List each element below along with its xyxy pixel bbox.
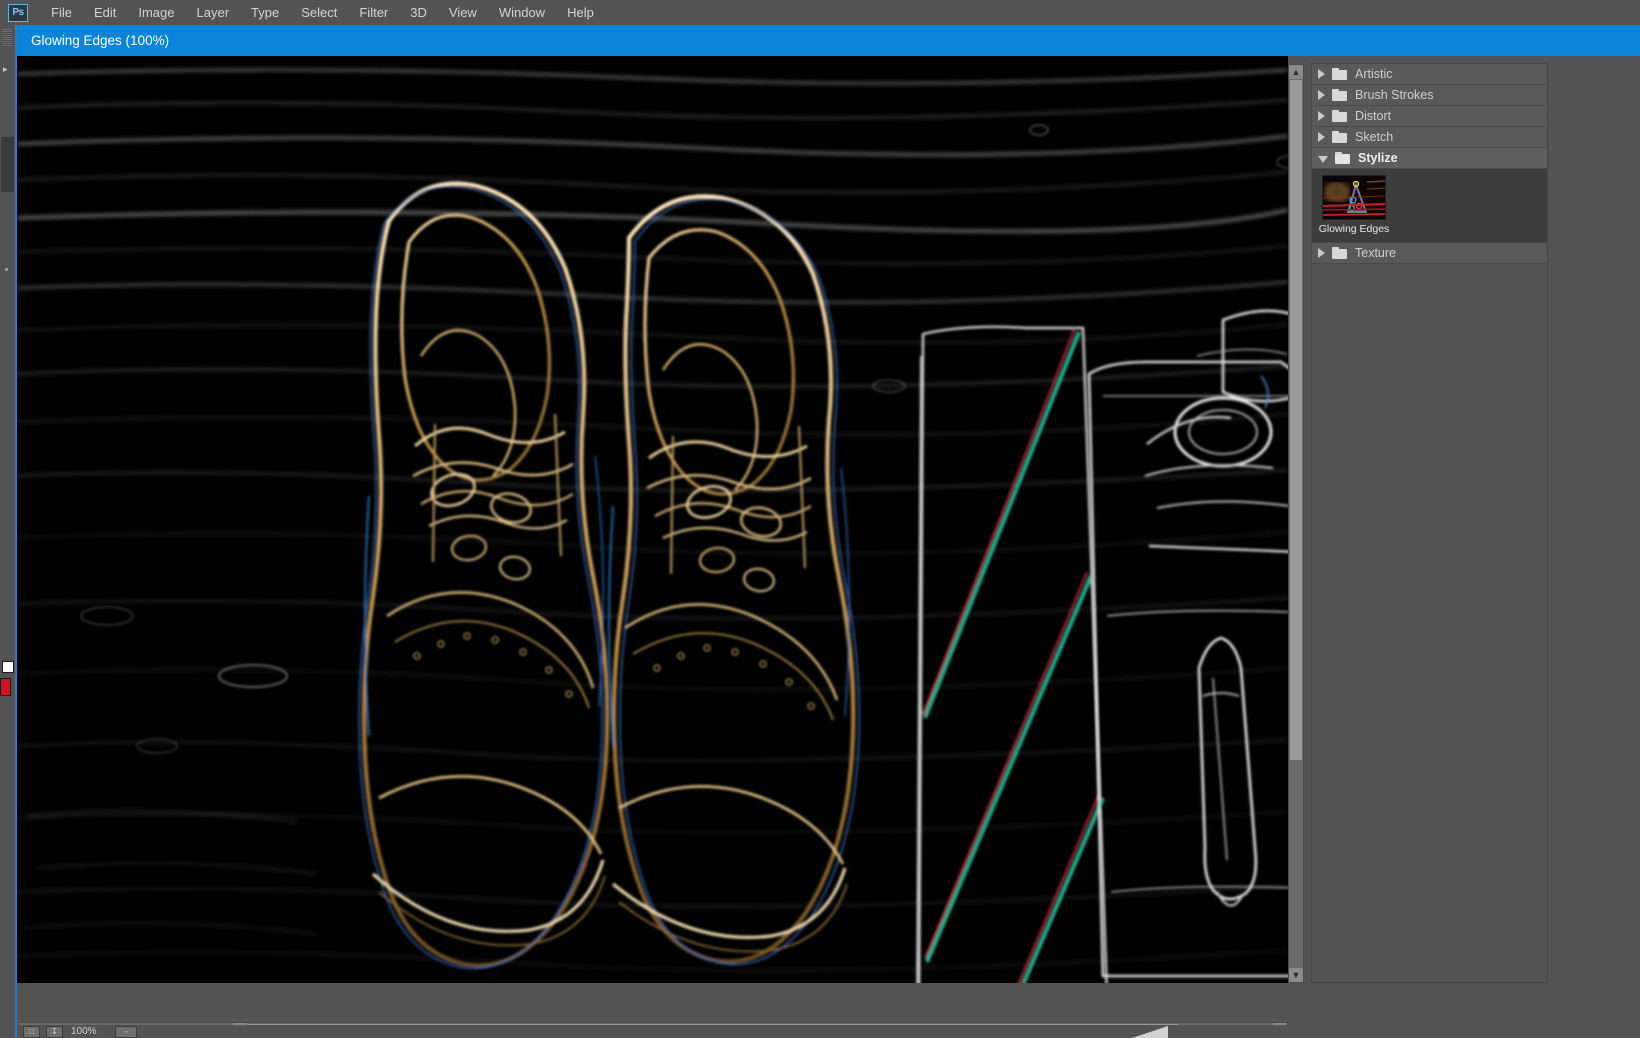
menu-image[interactable]: Image	[127, 2, 185, 23]
category-row-texture[interactable]: Texture	[1312, 243, 1547, 264]
folder-icon	[1332, 110, 1347, 122]
preview-status-bar: □ ↧ 100% ↔	[17, 1025, 1288, 1038]
resize-grip-icon[interactable]	[1132, 1026, 1168, 1038]
menu-type[interactable]: Type	[240, 2, 290, 23]
chevron-right-icon	[1318, 132, 1325, 142]
filter-category-panel: Artistic Brush Strokes Distort Sketch St…	[1311, 63, 1548, 983]
left-tool-rail: ▸	[0, 25, 16, 1038]
filter-thumbnail[interactable]	[1322, 175, 1386, 220]
chevron-right-icon	[1318, 69, 1325, 79]
folder-open-icon	[1335, 152, 1350, 164]
canvas-vertical-scrollbar[interactable]: ▲ ▼	[1288, 64, 1304, 983]
rail-marker-dot	[5, 268, 8, 271]
scroll-down-arrow-icon[interactable]: ▼	[1289, 968, 1303, 982]
photoshop-window: Ps File Edit Image Layer Type Select Fil…	[0, 0, 1640, 1038]
chevron-right-icon[interactable]: ▸	[3, 64, 13, 74]
category-label: Distort	[1355, 109, 1391, 123]
category-label: Stylize	[1358, 151, 1398, 165]
menu-edit[interactable]: Edit	[83, 2, 127, 23]
background-color-swatch[interactable]	[0, 678, 11, 696]
filter-label: Glowing Edges	[1319, 223, 1390, 235]
category-label: Texture	[1355, 246, 1396, 260]
menu-view[interactable]: View	[438, 2, 488, 23]
page-title: Glowing Edges (100%)	[16, 33, 169, 48]
zoom-in-button[interactable]: ↧	[46, 1026, 63, 1038]
folder-icon	[1332, 247, 1347, 259]
vertical-scroll-thumb[interactable]	[1290, 80, 1302, 760]
tool-slot[interactable]	[1, 137, 14, 192]
foreground-color-swatch[interactable]	[2, 661, 14, 673]
category-label: Sketch	[1355, 130, 1393, 144]
zoom-level-label[interactable]: 100%	[71, 1026, 115, 1037]
scroll-up-arrow-icon[interactable]: ▲	[1289, 65, 1303, 79]
panel-empty-area	[1312, 264, 1547, 924]
menu-select[interactable]: Select	[290, 2, 348, 23]
menu-file[interactable]: File	[40, 2, 83, 23]
chevron-right-icon	[1318, 111, 1325, 121]
category-row-brush-strokes[interactable]: Brush Strokes	[1312, 85, 1547, 106]
photoshop-logo-icon[interactable]: Ps	[8, 4, 28, 22]
menu-3d[interactable]: 3D	[399, 2, 438, 23]
stylize-filter-grid: Glowing Edges	[1312, 169, 1547, 243]
chevron-right-icon	[1318, 248, 1325, 258]
menu-filter[interactable]: Filter	[348, 2, 399, 23]
menu-bar: Ps File Edit Image Layer Type Select Fil…	[0, 0, 1640, 25]
folder-icon	[1332, 131, 1347, 143]
category-row-artistic[interactable]: Artistic	[1312, 64, 1547, 85]
filter-gallery-title-bar: Glowing Edges (100%)	[16, 25, 1640, 56]
zoom-out-button[interactable]: □	[23, 1026, 40, 1038]
chevron-down-icon	[1318, 156, 1328, 163]
folder-icon	[1332, 89, 1347, 101]
category-label: Artistic	[1355, 67, 1393, 81]
category-label: Brush Strokes	[1355, 88, 1434, 102]
category-row-distort[interactable]: Distort	[1312, 106, 1547, 127]
chevron-right-icon	[1318, 90, 1325, 100]
category-row-sketch[interactable]: Sketch	[1312, 127, 1547, 148]
glowing-edges-thumbnail-image	[1323, 176, 1386, 220]
category-row-stylize[interactable]: Stylize	[1312, 148, 1547, 169]
filter-preview-canvas[interactable]	[17, 56, 1288, 983]
rail-grip-handle[interactable]	[2, 29, 12, 47]
menu-layer[interactable]: Layer	[186, 2, 241, 23]
filter-item-glowing-edges[interactable]: Glowing Edges	[1318, 175, 1390, 236]
fit-view-button[interactable]: ↔	[115, 1026, 137, 1038]
glowing-edges-preview-image	[17, 56, 1288, 983]
folder-icon	[1332, 68, 1347, 80]
menu-help[interactable]: Help	[556, 2, 605, 23]
menu-window[interactable]: Window	[488, 2, 556, 23]
